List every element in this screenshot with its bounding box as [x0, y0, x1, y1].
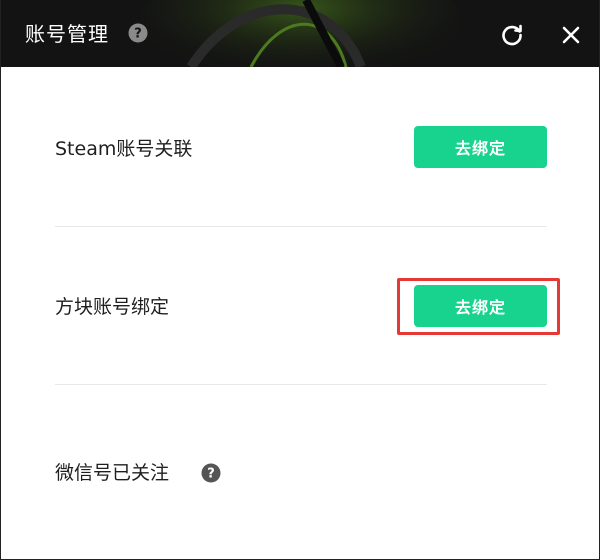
steam-link-label: Steam账号关联 [55, 138, 193, 160]
close-icon[interactable] [557, 21, 585, 49]
account-management-window: 账号管理 ? Steam账号关联 去绑定 方块账号绑定 去绑定 微信号已关注 ? [0, 0, 600, 560]
divider [55, 226, 547, 227]
svg-text:?: ? [207, 467, 215, 482]
refresh-icon[interactable] [498, 21, 526, 49]
question-circle-icon[interactable]: ? [128, 23, 148, 43]
window-title: 账号管理 [25, 22, 109, 46]
titlebar: 账号管理 ? [1, 0, 599, 67]
wechat-follow-label: 微信号已关注 [55, 462, 170, 484]
svg-text:?: ? [134, 27, 142, 42]
divider [55, 384, 547, 385]
highlight-box [397, 278, 560, 335]
fangkuai-bind-label: 方块账号绑定 [55, 296, 170, 318]
steam-bind-button[interactable]: 去绑定 [414, 126, 547, 168]
question-circle-icon[interactable]: ? [201, 463, 221, 483]
